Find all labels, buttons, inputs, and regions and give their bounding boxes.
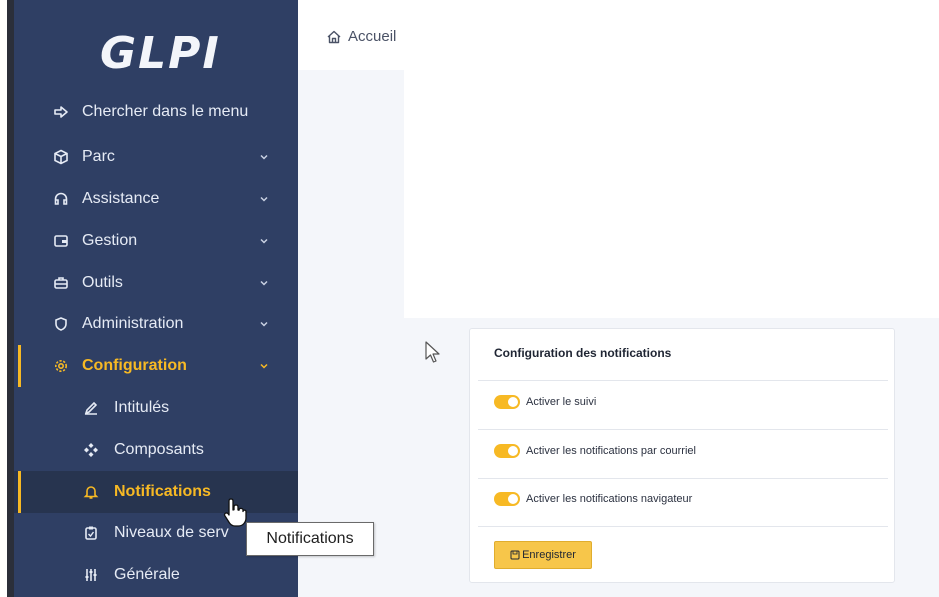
divider: [478, 478, 888, 479]
breadcrumb[interactable]: Accueil: [326, 28, 396, 45]
cube-icon: [50, 146, 72, 168]
sidebar-subitem-notifications[interactable]: Notifications: [14, 471, 298, 513]
sidebar-subitem-label: Intitulés: [114, 399, 170, 416]
toggle-switch[interactable]: [494, 444, 520, 458]
wallet-icon: [50, 230, 72, 252]
sidebar: GLPI Chercher dans le menu Parc Assistan…: [14, 0, 298, 597]
toggle-row-browser[interactable]: Activer les notifications navigateur: [494, 492, 692, 506]
home-icon: [327, 30, 341, 43]
sidebar-item-outils[interactable]: Outils: [14, 262, 298, 304]
components-icon: [80, 439, 102, 461]
notifications-config-card: Configuration des notifications Activer …: [469, 328, 895, 583]
sidebar-item-label: Outils: [82, 274, 123, 291]
sidebar-search-label: Chercher dans le menu: [82, 103, 249, 120]
arrow-right-icon: [50, 101, 72, 123]
sidebar-item-administration[interactable]: Administration: [14, 303, 298, 345]
divider: [478, 380, 888, 381]
sidebar-item-label: Parc: [82, 148, 115, 165]
toggle-label: Activer les notifications navigateur: [526, 493, 693, 505]
arrow-cursor-icon: [425, 341, 440, 363]
toggle-row-email[interactable]: Activer les notifications par courriel: [494, 444, 696, 458]
save-button-label: Enregistrer: [522, 549, 576, 561]
save-icon: [510, 550, 520, 560]
sidebar-subitem-generale[interactable]: Générale: [14, 554, 298, 596]
chevron-down-icon[interactable]: [258, 277, 270, 289]
sidebar-item-label: Gestion: [82, 232, 138, 249]
bell-icon: [80, 481, 102, 503]
sidebar-item-parc[interactable]: Parc: [14, 136, 298, 178]
clipboard-icon: [80, 522, 102, 544]
toggle-label: Activer les notifications par courriel: [526, 445, 696, 457]
gear-icon: [50, 355, 72, 377]
card-title: Configuration des notifications: [494, 346, 672, 360]
divider: [478, 526, 888, 527]
save-button[interactable]: Enregistrer: [494, 541, 592, 569]
divider: [478, 429, 888, 430]
sidebar-subitem-label: Composants: [114, 441, 204, 458]
sidebar-subitem-label: Notifications: [114, 483, 211, 500]
toggle-switch[interactable]: [494, 492, 520, 506]
tooltip: Notifications: [246, 522, 374, 556]
content-background: [298, 70, 404, 597]
toggle-row-followup[interactable]: Activer le suivi: [494, 395, 596, 409]
sidebar-subitem-composants[interactable]: Composants: [14, 429, 298, 471]
chevron-down-icon[interactable]: [258, 318, 270, 330]
sidebar-item-label: Assistance: [82, 190, 160, 207]
sliders-icon: [80, 564, 102, 586]
briefcase-icon: [50, 272, 72, 294]
sidebar-item-label: Configuration: [82, 357, 187, 374]
sidebar-item-assistance[interactable]: Assistance: [14, 178, 298, 220]
shield-icon: [50, 313, 72, 335]
chevron-down-icon[interactable]: [258, 151, 270, 163]
sidebar-subitem-label: Niveaux de serv: [114, 524, 229, 541]
sidebar-subitem-label: Générale: [114, 566, 180, 583]
hand-cursor-icon: [223, 498, 247, 527]
edit-icon: [80, 397, 102, 419]
headset-icon: [50, 188, 72, 210]
glpi-logo[interactable]: GLPI: [100, 28, 221, 79]
chevron-down-icon[interactable]: [258, 360, 270, 372]
sidebar-search[interactable]: Chercher dans le menu: [14, 91, 298, 133]
chevron-down-icon[interactable]: [258, 193, 270, 205]
page: GLPI Chercher dans le menu Parc Assistan…: [0, 0, 939, 597]
sidebar-item-configuration[interactable]: Configuration: [14, 345, 298, 387]
breadcrumb-home[interactable]: Accueil: [348, 28, 396, 45]
sidebar-subitem-intitules[interactable]: Intitulés: [14, 387, 298, 429]
toggle-label: Activer le suivi: [526, 396, 597, 408]
sidebar-item-label: Administration: [82, 315, 184, 332]
sidebar-item-gestion[interactable]: Gestion: [14, 220, 298, 262]
window-edge: [0, 0, 14, 597]
toggle-switch[interactable]: [494, 395, 520, 409]
chevron-down-icon[interactable]: [258, 235, 270, 247]
